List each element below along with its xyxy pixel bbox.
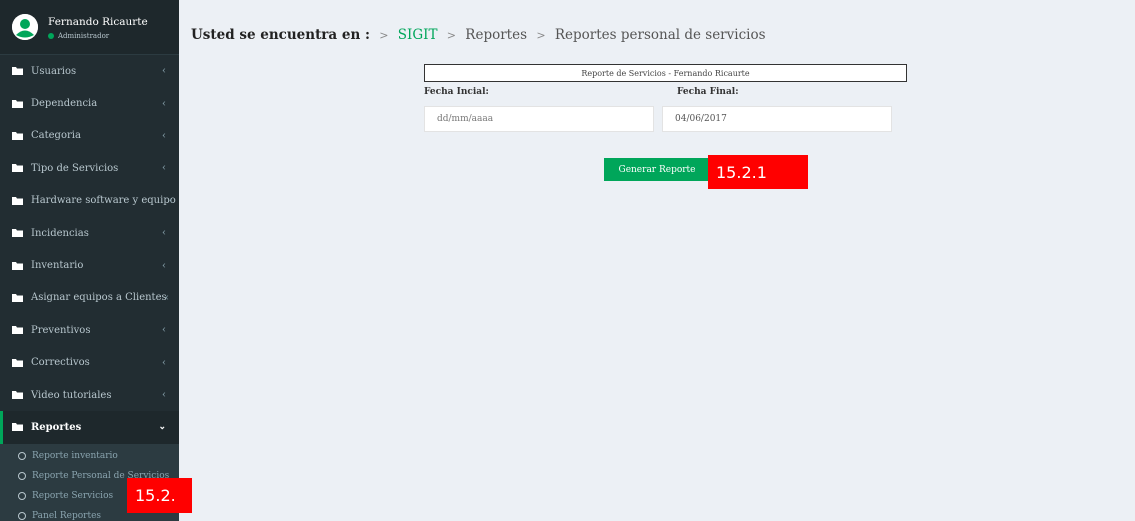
circle-icon [18,511,26,520]
chevron-left-icon: ‹ [162,227,166,239]
circle-icon [18,471,26,480]
submenu-item-label: Reporte Servicios [32,490,114,501]
submenu-item-reporte-inventario[interactable]: Reporte inventario [0,446,179,466]
end-date-input[interactable]: 04/06/2017 [662,106,892,132]
sidebar: Fernando Ricaurte Administrador Usuarios… [0,0,179,521]
sidebar-item-asignar-equipos[interactable]: Asignar equipos a Clientes ‹ [0,282,179,314]
callout-label-menu: 15.2. [127,478,192,513]
breadcrumb-lead: Usted se encuentra en : [191,27,370,43]
chevron-left-icon: ‹ [162,324,166,336]
start-date-input[interactable]: dd/mm/aaaa [424,106,654,132]
sidebar-item-inventario[interactable]: Inventario ‹ [0,249,179,281]
submenu-item-label: Reporte inventario [32,450,118,461]
generate-report-button[interactable]: Generar Reporte [604,158,710,181]
chevron-left-icon: ‹ [165,292,169,304]
folder-icon [12,229,23,238]
folder-icon [12,261,23,270]
breadcrumb: Usted se encuentra en : > SIGIT > Report… [191,27,766,43]
chevron-left-icon: ‹ [162,130,166,142]
chevron-left-icon: ‹ [169,195,173,207]
sidebar-item-reportes[interactable]: Reportes ⌄ [0,411,179,444]
folder-icon [12,293,23,302]
user-panel: Fernando Ricaurte Administrador [0,0,179,55]
chevron-left-icon: ‹ [162,260,166,272]
folder-icon [12,423,23,432]
sidebar-item-label: Incidencias [31,227,89,239]
breadcrumb-separator: > [536,29,546,42]
folder-icon [12,358,23,367]
folder-icon [12,131,23,140]
breadcrumb-separator: > [379,29,389,42]
folder-icon [12,67,23,76]
start-date-label: Fecha Incial: [424,87,489,97]
circle-icon [18,451,26,460]
folder-icon [12,196,23,205]
sidebar-item-usuarios[interactable]: Usuarios ‹ [0,55,179,87]
folder-icon [12,326,23,335]
breadcrumb-current: Reportes personal de servicios [554,27,766,43]
folder-icon [12,99,23,108]
folder-icon [12,164,23,173]
breadcrumb-separator: > [446,29,456,42]
sidebar-item-video-tutoriales[interactable]: Video tutoriales ‹ [0,379,179,411]
sidebar-item-dependencia[interactable]: Dependencia ‹ [0,87,179,119]
sidebar-item-label: Usuarios [31,65,77,77]
circle-icon [18,491,26,500]
end-date-label: Fecha Final: [677,87,739,97]
sidebar-item-label: Inventario [31,260,84,272]
chevron-down-icon: ⌄ [158,422,166,433]
sidebar-item-categoria[interactable]: Categoria ‹ [0,120,179,152]
chevron-left-icon: ‹ [162,98,166,110]
sidebar-item-label: Tipo de Servicios [31,162,119,174]
chevron-left-icon: ‹ [162,162,166,174]
user-status: Administrador [48,32,148,40]
sidebar-item-hardware[interactable]: Hardware software y equipo ‹ [0,185,179,217]
main-content: Usted se encuentra en : > SIGIT > Report… [179,0,1135,521]
user-avatar-icon [12,14,38,40]
report-title: Reporte de Servicios - Fernando Ricaurte [424,64,907,82]
folder-icon [12,391,23,400]
sidebar-item-label: Asignar equipos a Clientes [31,292,167,304]
user-role: Administrador [58,31,110,40]
sidebar-item-label: Categoria [31,130,81,142]
sidebar-item-label: Preventivos [31,324,91,336]
callout-label-button: 15.2.1 [708,155,808,189]
online-dot-icon [48,32,54,39]
sidebar-item-label: Hardware software y equipo [31,195,176,207]
sidebar-item-label: Video tutoriales [31,389,112,401]
chevron-left-icon: ‹ [162,357,166,369]
sidebar-item-tipo-servicios[interactable]: Tipo de Servicios ‹ [0,152,179,184]
submenu-item-label: Panel Reportes [32,510,102,521]
sidebar-item-label: Dependencia [31,98,98,110]
user-name: Fernando Ricaurte [48,15,148,28]
breadcrumb-sigit[interactable]: SIGIT [398,27,438,43]
chevron-left-icon: ‹ [162,65,166,77]
sidebar-item-incidencias[interactable]: Incidencias ‹ [0,217,179,249]
chevron-left-icon: ‹ [162,389,166,401]
breadcrumb-reportes[interactable]: Reportes [465,27,527,43]
sidebar-item-correctivos[interactable]: Correctivos ‹ [0,347,179,379]
sidebar-item-label: Reportes [31,421,82,433]
sidebar-item-preventivos[interactable]: Preventivos ‹ [0,314,179,346]
sidebar-item-label: Correctivos [31,357,90,369]
